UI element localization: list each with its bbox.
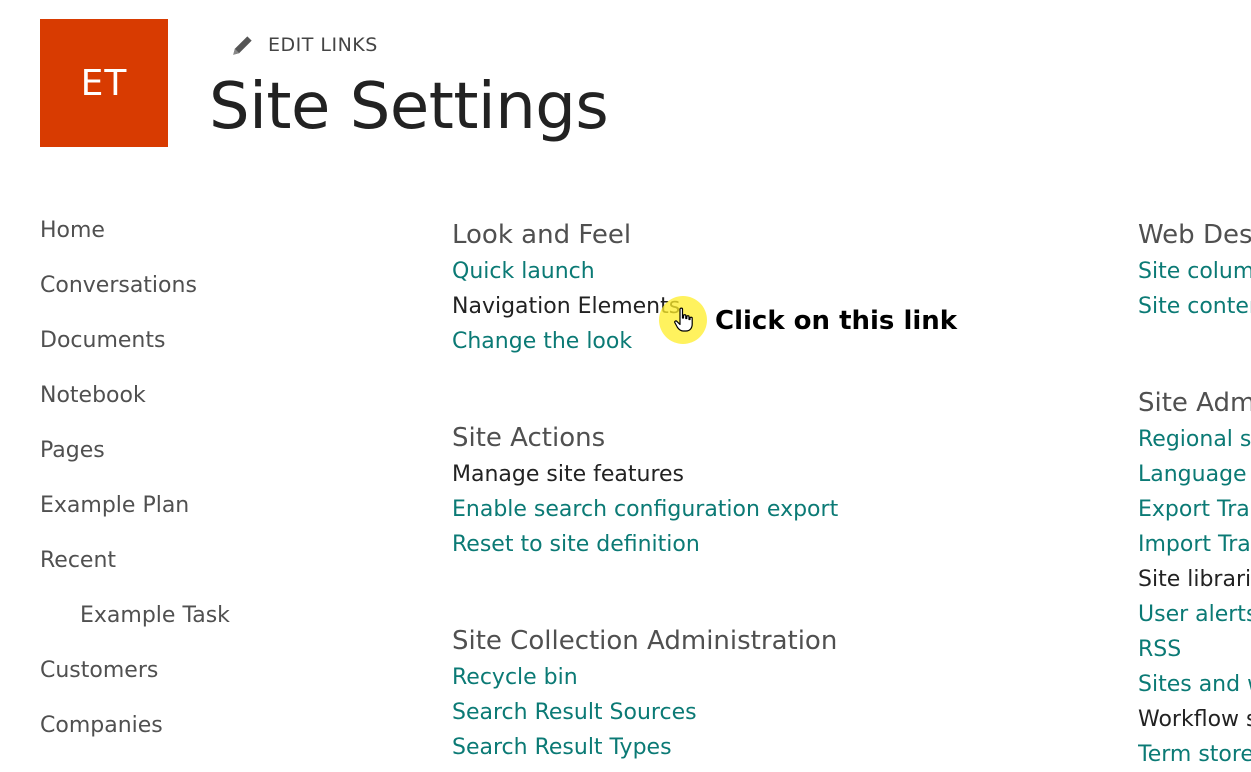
nav-item-example-plan[interactable]: Example Plan xyxy=(40,488,370,543)
link-regional-settings[interactable]: Regional settings xyxy=(1138,422,1251,457)
site-logo[interactable]: ET xyxy=(40,19,168,147)
section-web-designer-galleries: Web Designer Galleries Site columns Site… xyxy=(1138,216,1251,324)
nav-item-notebook[interactable]: Notebook xyxy=(40,378,370,433)
link-reset-to-site-definition[interactable]: Reset to site definition xyxy=(452,527,838,562)
link-user-alerts[interactable]: User alerts xyxy=(1138,597,1251,632)
nav-item-companies[interactable]: Companies xyxy=(40,708,370,763)
nav-item-pages[interactable]: Pages xyxy=(40,433,370,488)
section-look-and-feel: Look and Feel Quick launch Navigation El… xyxy=(452,216,680,359)
page-title: Site Settings xyxy=(209,70,609,144)
nav-item-recent[interactable]: Recent xyxy=(40,543,370,598)
link-enable-search-config-export[interactable]: Enable search configuration export xyxy=(452,492,838,527)
edit-links-label: EDIT LINKS xyxy=(268,34,378,56)
link-quick-launch[interactable]: Quick launch xyxy=(452,254,680,289)
section-title-look-and-feel: Look and Feel xyxy=(452,220,632,250)
hand-pointer-icon xyxy=(674,307,693,332)
link-search-result-sources[interactable]: Search Result Sources xyxy=(452,695,837,730)
link-recycle-bin[interactable]: Recycle bin xyxy=(452,660,837,695)
link-search-result-types[interactable]: Search Result Types xyxy=(452,730,837,765)
link-manage-site-features[interactable]: Manage site features xyxy=(452,457,838,492)
site-logo-text: ET xyxy=(80,62,128,104)
nav-item-example-task[interactable]: Example Task xyxy=(40,598,370,653)
section-title-site-admin: Site Administration xyxy=(1138,388,1251,418)
link-term-store-management[interactable]: Term store management xyxy=(1138,737,1251,772)
nav-item-documents[interactable]: Documents xyxy=(40,323,370,378)
link-site-columns[interactable]: Site columns xyxy=(1138,254,1251,289)
edit-links-button[interactable]: EDIT LINKS xyxy=(230,31,378,59)
link-export-translations[interactable]: Export Translations xyxy=(1138,492,1251,527)
section-site-actions: Site Actions Manage site features Enable… xyxy=(452,419,838,562)
section-title-site-collection-admin: Site Collection Administration xyxy=(452,626,838,656)
section-site-collection-admin: Site Collection Administration Recycle b… xyxy=(452,622,837,765)
section-title-web-designer: Web Designer Galleries xyxy=(1138,220,1251,250)
link-change-the-look[interactable]: Change the look xyxy=(452,324,680,359)
section-title-site-actions: Site Actions xyxy=(452,423,606,453)
link-sites-and-workspaces[interactable]: Sites and workspaces xyxy=(1138,667,1251,702)
link-site-libraries-and-lists[interactable]: Site libraries and lists xyxy=(1138,562,1251,597)
section-site-administration: Site Administration Regional settings La… xyxy=(1138,384,1251,772)
pencil-icon xyxy=(230,32,256,58)
nav-item-conversations[interactable]: Conversations xyxy=(40,268,370,323)
link-import-translations[interactable]: Import Translations xyxy=(1138,527,1251,562)
right-column: Web Designer Galleries Site columns Site… xyxy=(1138,216,1251,772)
nav-item-customers[interactable]: Customers xyxy=(40,653,370,708)
annotation-label: Click on this link xyxy=(715,306,958,336)
quick-launch-nav: Home Conversations Documents Notebook Pa… xyxy=(40,213,370,763)
nav-item-home[interactable]: Home xyxy=(40,213,370,268)
link-rss[interactable]: RSS xyxy=(1138,632,1251,667)
link-workflow-settings[interactable]: Workflow settings xyxy=(1138,702,1251,737)
link-navigation-elements[interactable]: Navigation Elements xyxy=(452,289,680,324)
link-site-content-types[interactable]: Site content types xyxy=(1138,289,1251,324)
link-language-settings[interactable]: Language settings xyxy=(1138,457,1251,492)
